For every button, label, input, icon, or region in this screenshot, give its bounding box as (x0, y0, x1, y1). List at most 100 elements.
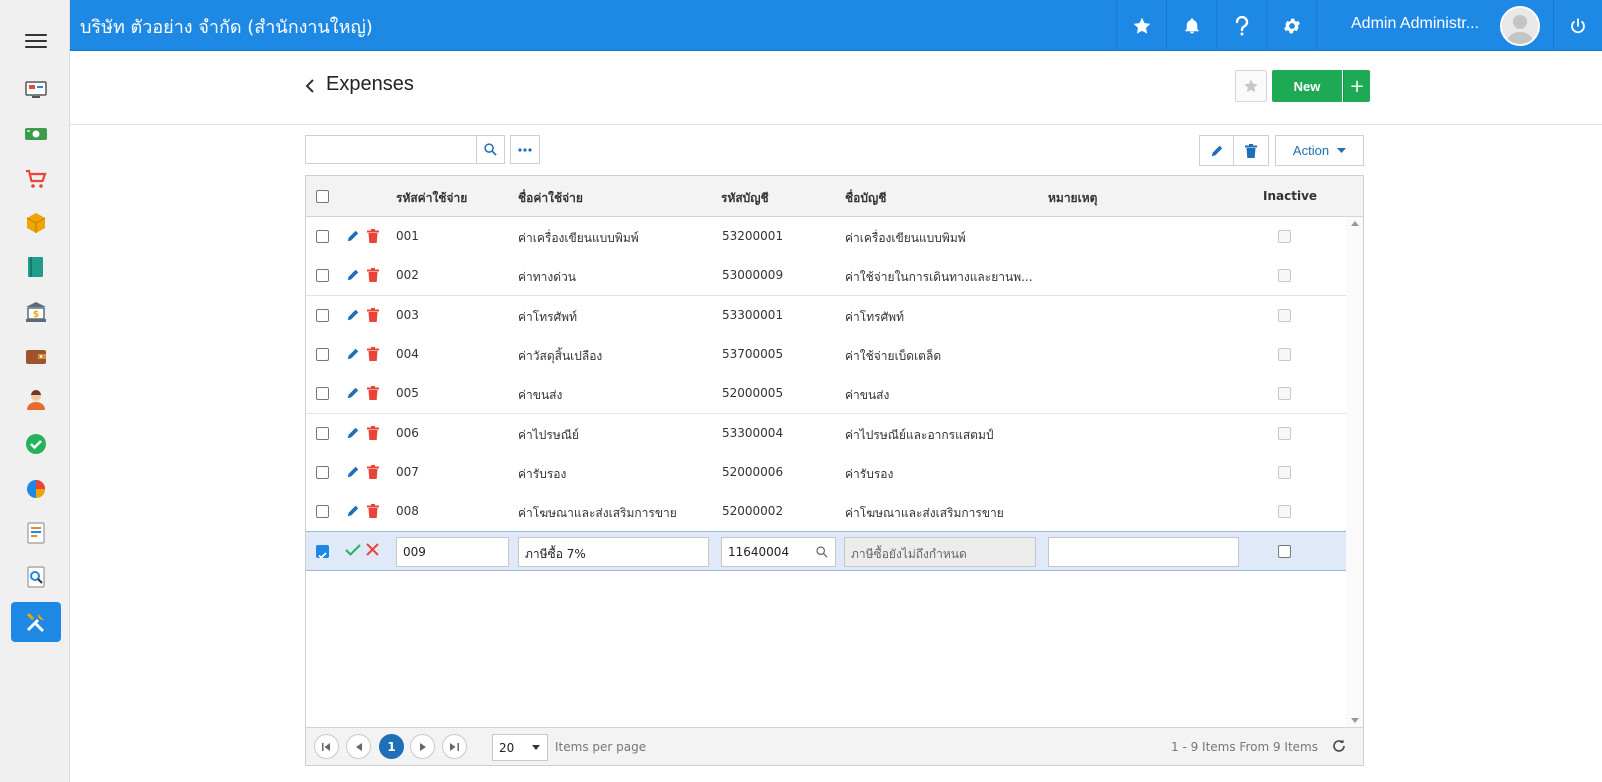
edit-pencil-icon[interactable] (346, 426, 360, 440)
wallet-icon[interactable] (24, 344, 48, 368)
edit-pencil-icon[interactable] (346, 347, 360, 361)
refresh-icon[interactable] (1331, 738, 1347, 754)
row-checkbox[interactable] (316, 505, 329, 519)
table-row[interactable]: 005 ค่าขนส่ง 52000005 ค่าขนส่ง (306, 374, 1346, 415)
previous-page-button[interactable] (346, 734, 371, 759)
row-checkbox[interactable] (316, 545, 329, 559)
name-input[interactable]: ภาษีซื้อ 7% (518, 537, 709, 567)
header-code[interactable]: รหัสค่าใช้จ่าย (396, 189, 467, 208)
delete-trash-icon[interactable] (367, 307, 379, 322)
scroll-down-icon[interactable] (1351, 718, 1359, 723)
cell-name: ค่าโฆษณาและส่งเสริมการขาย (518, 506, 677, 521)
edit-pencil-icon[interactable] (346, 386, 360, 400)
box-icon[interactable] (24, 211, 48, 235)
new-button[interactable]: New (1272, 70, 1342, 102)
edit-pencil-icon[interactable] (346, 504, 360, 518)
menu-icon[interactable] (25, 34, 47, 50)
book-icon[interactable] (24, 255, 48, 279)
tools-icon[interactable] (24, 610, 48, 634)
search-button[interactable] (476, 135, 505, 164)
cell-name: ค่าเครื่องเขียนแบบพิมพ์ (518, 231, 639, 245)
more-options-button[interactable] (510, 135, 540, 164)
user-name[interactable]: Admin Administr... (1351, 15, 1479, 33)
delete-trash-icon[interactable] (367, 229, 379, 243)
header-account-name[interactable]: ชื่อบัญชี (845, 189, 886, 208)
search-input[interactable] (305, 135, 477, 164)
inactive-checkbox[interactable] (1278, 545, 1291, 558)
delete-trash-icon[interactable] (367, 346, 379, 361)
table-row[interactable]: 008 ค่าโฆษณาและส่งเสริมการขาย 52000002 ค… (306, 492, 1346, 533)
delete-trash-icon[interactable] (367, 268, 379, 283)
cancel-x-icon[interactable] (366, 543, 379, 556)
header-account-code[interactable]: รหัสบัญชี (721, 189, 769, 208)
table-row[interactable]: 003 ค่าโทรศัพท์ 53300001 ค่าโทรศัพท์ (306, 295, 1346, 336)
pie-chart-icon[interactable] (24, 477, 48, 501)
action-dropdown[interactable]: Action (1275, 135, 1364, 166)
edit-pencil-icon[interactable] (346, 229, 360, 243)
avatar[interactable] (1500, 6, 1540, 46)
inactive-checkbox (1278, 505, 1291, 519)
back-chevron-icon[interactable] (304, 77, 318, 97)
dashboard-icon[interactable] (24, 78, 48, 102)
page-1-button[interactable]: 1 (379, 734, 404, 759)
first-page-button[interactable] (314, 734, 339, 759)
cell-name: ค่าไปรษณีย์ (518, 427, 579, 442)
money-icon[interactable] (24, 122, 48, 146)
company-name[interactable]: บริษัท ตัวอย่าง จำกัด (สำนักงานใหญ่) (80, 12, 373, 41)
account-code-input[interactable]: 11640004 (721, 537, 836, 567)
editing-row[interactable]: 009 ภาษีซื้อ 7% 11640004 ภาษีซื้อยังไม่ถ… (306, 531, 1346, 571)
header-note[interactable]: หมายเหตุ (1048, 189, 1097, 208)
row-checkbox[interactable] (316, 269, 329, 283)
table-row[interactable]: 007 ค่ารับรอง 52000006 ค่ารับรอง (306, 452, 1346, 493)
search-icon (484, 143, 497, 156)
favorites-star-icon[interactable] (1116, 0, 1166, 51)
row-checkbox[interactable] (316, 347, 329, 361)
table-row[interactable]: 001 ค่าเครื่องเขียนแบบพิมพ์ 53200001 ค่า… (306, 217, 1346, 257)
edit-pencil-icon[interactable] (346, 268, 360, 282)
delete-trash-icon[interactable] (367, 504, 379, 519)
last-page-button[interactable] (442, 734, 467, 759)
delete-trash-icon[interactable] (367, 425, 379, 440)
note-input[interactable] (1048, 537, 1239, 567)
table-row[interactable]: 006 ค่าไปรษณีย์ 53300004 ค่าไปรษณีย์และอ… (306, 413, 1346, 454)
save-check-icon[interactable] (345, 543, 361, 557)
power-icon[interactable] (1553, 0, 1602, 51)
new-dropdown-plus-button[interactable]: + (1343, 70, 1370, 102)
row-checkbox[interactable] (316, 308, 329, 322)
bell-icon[interactable] (1166, 0, 1216, 51)
row-checkbox[interactable] (316, 230, 329, 243)
check-icon[interactable] (24, 432, 48, 456)
bulk-delete-button[interactable] (1234, 135, 1269, 166)
edit-pencil-icon[interactable] (346, 465, 360, 479)
search-doc-icon[interactable] (24, 565, 48, 589)
table-row[interactable]: 004 ค่าวัสดุสิ้นเปลือง 53700005 ค่าใช้จ่… (306, 334, 1346, 375)
next-page-button[interactable] (410, 734, 435, 759)
header-inactive[interactable]: Inactive (1263, 189, 1317, 203)
row-checkbox[interactable] (316, 426, 329, 440)
table-row[interactable]: 002 ค่าทางด่วน 53000009 ค่าใช้จ่ายในการเ… (306, 256, 1346, 297)
scroll-up-icon[interactable] (1351, 221, 1359, 226)
edit-pencil-icon[interactable] (346, 308, 360, 322)
select-all-checkbox[interactable] (316, 190, 329, 203)
row-checkbox[interactable] (316, 465, 329, 479)
favorite-star-button[interactable] (1235, 70, 1267, 102)
account-lookup-search-icon[interactable] (816, 546, 828, 558)
header-name[interactable]: ชื่อค่าใช้จ่าย (518, 189, 583, 208)
vertical-scrollbar[interactable] (1346, 217, 1363, 727)
delete-trash-icon[interactable] (367, 464, 379, 479)
cart-icon[interactable] (24, 167, 48, 191)
page-size-select[interactable]: 20 (492, 734, 548, 761)
caret-down-icon (1337, 148, 1347, 153)
help-icon[interactable] (1216, 0, 1266, 51)
delete-trash-icon[interactable] (367, 386, 379, 401)
people-icon[interactable] (24, 388, 48, 412)
grid-body: 001 ค่าเครื่องเขียนแบบพิมพ์ 53200001 ค่า… (306, 217, 1346, 727)
report-icon[interactable] (24, 521, 48, 545)
settings-gear-icon[interactable] (1266, 0, 1316, 51)
code-input[interactable]: 009 (396, 537, 509, 567)
bulk-edit-button[interactable] (1199, 135, 1234, 166)
expenses-grid: รหัสค่าใช้จ่าย ชื่อค่าใช้จ่าย รหัสบัญชี … (305, 175, 1364, 766)
bank-icon[interactable]: $ (24, 300, 48, 324)
row-checkbox[interactable] (316, 387, 329, 401)
sidebar: $ (0, 0, 70, 782)
